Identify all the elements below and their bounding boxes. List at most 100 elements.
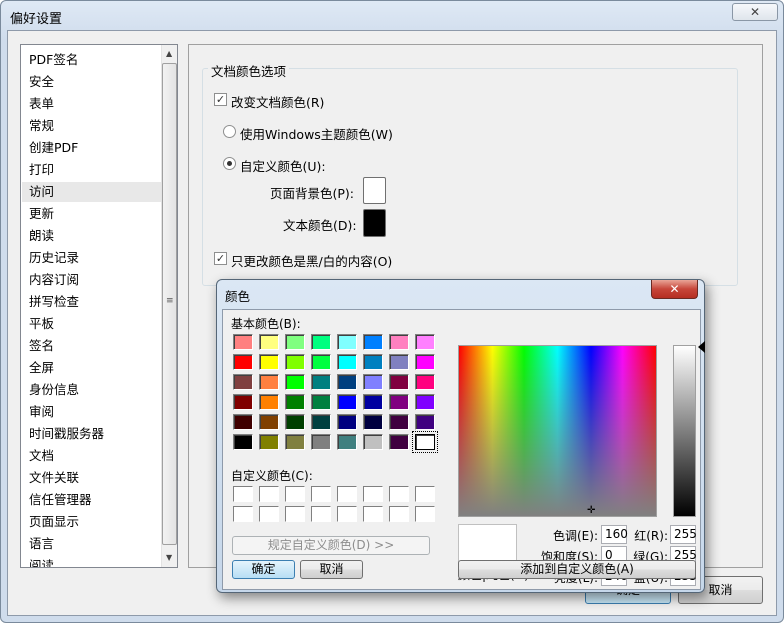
color-spectrum[interactable]: ✛ <box>458 345 657 517</box>
custom-color-swatch[interactable] <box>337 506 357 522</box>
sidebar-item[interactable]: 时间戳服务器 <box>29 424 104 444</box>
basic-color-swatch[interactable] <box>285 414 305 430</box>
custom-color-swatch[interactable] <box>259 486 279 502</box>
basic-color-swatch[interactable] <box>337 374 357 390</box>
page-bg-color-button[interactable] <box>363 177 386 204</box>
basic-color-swatch[interactable] <box>415 394 435 410</box>
basic-color-swatch[interactable] <box>285 394 305 410</box>
basic-color-swatch[interactable] <box>363 414 383 430</box>
sidebar-item[interactable]: 签名 <box>29 336 54 356</box>
basic-color-swatch[interactable] <box>389 374 409 390</box>
scroll-up-icon[interactable]: ▲ <box>166 49 172 58</box>
basic-color-swatch[interactable] <box>363 334 383 350</box>
sidebar-item[interactable]: 审阅 <box>29 402 54 422</box>
dialog-cancel-button[interactable]: 取消 <box>300 560 363 579</box>
sidebar-item[interactable]: 信任管理器 <box>29 490 92 510</box>
basic-color-swatch[interactable] <box>337 334 357 350</box>
basic-color-swatch[interactable] <box>337 354 357 370</box>
custom-color-swatch[interactable] <box>233 506 253 522</box>
basic-color-swatch[interactable] <box>389 354 409 370</box>
custom-color-swatch[interactable] <box>415 506 435 522</box>
custom-color-swatch[interactable] <box>285 506 305 522</box>
sidebar-item[interactable]: 阅读 <box>29 556 54 567</box>
scroll-down-icon[interactable]: ▼ <box>166 553 172 562</box>
basic-color-swatch[interactable] <box>285 374 305 390</box>
basic-color-swatch[interactable] <box>415 414 435 430</box>
basic-color-swatch[interactable] <box>389 394 409 410</box>
close-icon[interactable]: ✕ <box>732 3 778 21</box>
custom-color-swatch[interactable] <box>259 506 279 522</box>
basic-color-swatch[interactable] <box>259 374 279 390</box>
basic-color-swatch[interactable] <box>311 374 331 390</box>
basic-color-swatch[interactable] <box>363 354 383 370</box>
sidebar-item[interactable]: 安全 <box>29 72 54 92</box>
basic-color-swatch[interactable] <box>311 414 331 430</box>
basic-color-swatch[interactable] <box>311 394 331 410</box>
basic-color-swatch[interactable] <box>259 434 279 450</box>
custom-color-swatch[interactable] <box>311 506 331 522</box>
add-custom-color-button[interactable]: 添加到自定义颜色(A) <box>458 560 696 579</box>
basic-color-swatch[interactable] <box>412 431 438 453</box>
basic-color-swatch[interactable] <box>415 374 435 390</box>
basic-color-swatch[interactable] <box>259 414 279 430</box>
sidebar-item[interactable]: 更新 <box>29 204 54 224</box>
basic-color-swatch[interactable] <box>389 434 409 450</box>
sidebar-item[interactable]: 文档 <box>29 446 54 466</box>
scrollbar-thumb[interactable]: ≡ <box>162 63 177 545</box>
sidebar-item[interactable]: PDF签名 <box>29 50 78 70</box>
close-icon[interactable]: ✕ <box>651 280 698 299</box>
sidebar-item[interactable]: 身份信息 <box>29 380 79 400</box>
change-colors-checkbox[interactable]: ✓ <box>214 93 227 106</box>
sidebar-item[interactable]: 全屏 <box>29 358 54 378</box>
define-custom-button[interactable]: 规定自定义颜色(D) >> <box>232 536 430 555</box>
custom-color-swatch[interactable] <box>233 486 253 502</box>
basic-color-swatch[interactable] <box>233 334 253 350</box>
category-list[interactable]: PDF签名 安全 表单 常规 创建PDF 打印 访问 更新 朗读 历史记录 内容订阅 拼写检查 平板 签名… <box>20 44 178 568</box>
basic-color-swatch[interactable] <box>363 434 383 450</box>
basic-color-swatch[interactable] <box>285 354 305 370</box>
basic-color-swatch[interactable] <box>233 394 253 410</box>
custom-color-swatch[interactable] <box>363 486 383 502</box>
sidebar-item[interactable]: 拼写检查 <box>29 292 79 312</box>
basic-color-swatch[interactable] <box>311 354 331 370</box>
basic-color-swatch[interactable] <box>337 434 357 450</box>
custom-color-swatch[interactable] <box>389 486 409 502</box>
custom-color-swatch[interactable] <box>363 506 383 522</box>
basic-color-swatch[interactable] <box>311 434 331 450</box>
basic-color-swatch[interactable] <box>259 334 279 350</box>
basic-color-swatch[interactable] <box>285 334 305 350</box>
red-input[interactable]: 255 <box>670 525 697 544</box>
sidebar-item[interactable]: 创建PDF <box>29 138 78 158</box>
sidebar-item[interactable]: 访问 <box>22 182 161 202</box>
basic-color-swatch[interactable] <box>233 414 253 430</box>
basic-color-swatch[interactable] <box>233 374 253 390</box>
sidebar-item[interactable]: 常规 <box>29 116 54 136</box>
basic-color-swatch[interactable] <box>233 354 253 370</box>
luminance-slider[interactable] <box>673 345 696 517</box>
basic-color-swatch[interactable] <box>259 354 279 370</box>
sidebar-item[interactable]: 文件关联 <box>29 468 79 488</box>
dialog-ok-button[interactable]: 确定 <box>232 560 295 579</box>
sidebar-item[interactable]: 平板 <box>29 314 54 334</box>
sidebar-item[interactable]: 历史记录 <box>29 248 79 268</box>
sidebar-item[interactable]: 朗读 <box>29 226 54 246</box>
custom-color-swatch[interactable] <box>389 506 409 522</box>
basic-color-swatch[interactable] <box>337 394 357 410</box>
basic-color-swatch[interactable] <box>233 434 253 450</box>
basic-color-swatch[interactable] <box>389 334 409 350</box>
basic-color-swatch[interactable] <box>363 374 383 390</box>
only-bw-checkbox[interactable]: ✓ <box>214 252 227 265</box>
basic-color-swatch[interactable] <box>311 334 331 350</box>
sidebar-item[interactable]: 表单 <box>29 94 54 114</box>
custom-color-swatch[interactable] <box>337 486 357 502</box>
sidebar-item[interactable]: 打印 <box>29 160 54 180</box>
basic-color-swatch[interactable] <box>415 354 435 370</box>
basic-color-swatch[interactable] <box>363 394 383 410</box>
sidebar-item[interactable]: 语言 <box>29 534 54 554</box>
hue-input[interactable]: 160 <box>601 525 628 544</box>
use-windows-radio[interactable] <box>223 125 236 138</box>
basic-color-swatch[interactable] <box>415 334 435 350</box>
basic-color-swatch[interactable] <box>285 434 305 450</box>
luminance-arrow-icon[interactable] <box>698 341 705 353</box>
basic-color-swatch[interactable] <box>259 394 279 410</box>
